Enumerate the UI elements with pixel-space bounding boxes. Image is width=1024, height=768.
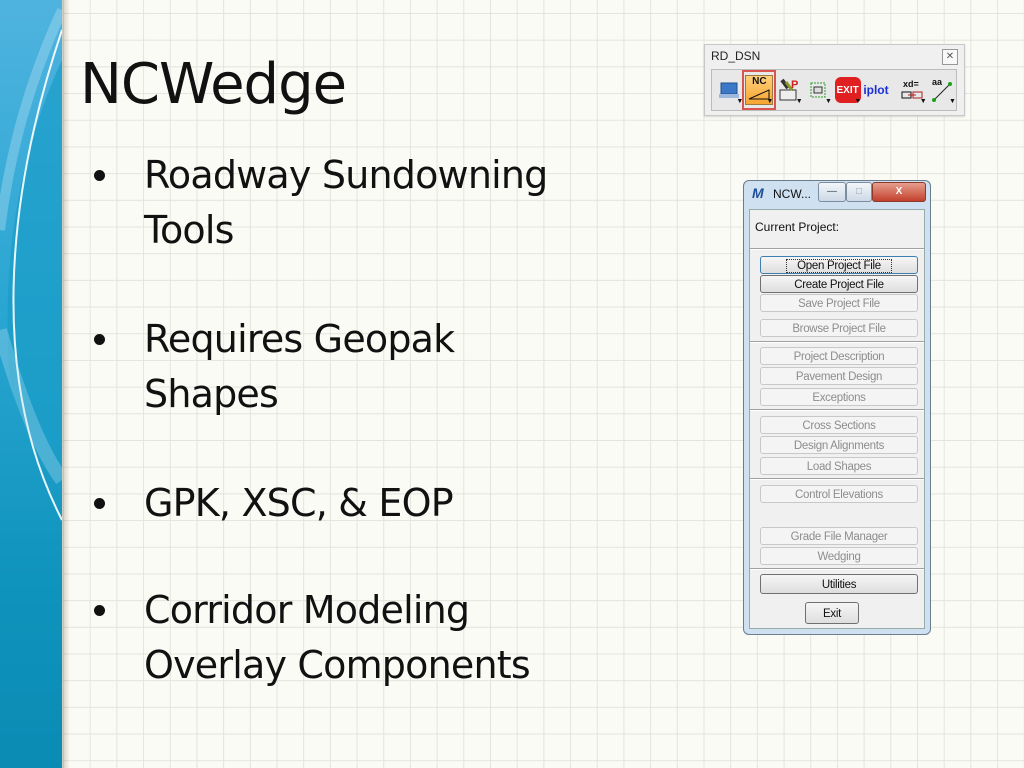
tool-row: ▼ NC ▼ P ▼ ▼ EXIT ▼ iplot xd= ▼ aa ▼	[711, 69, 957, 111]
slide-sidebar-decoration	[0, 0, 62, 768]
load-shapes-button[interactable]: Load Shapes	[760, 457, 918, 475]
aa-line-tool-button[interactable]: aa ▼	[929, 73, 956, 107]
bullet-item: GPK, XSC, & EOP	[90, 476, 610, 531]
wedging-button[interactable]: Wedging	[760, 547, 918, 565]
dropdown-arrow-icon: ▼	[949, 98, 956, 105]
project-description-button[interactable]: Project Description	[760, 347, 918, 365]
dropdown-arrow-icon: ▼	[795, 98, 803, 105]
bullet-dot-icon	[94, 170, 105, 181]
current-project-label: Current Project:	[755, 220, 840, 234]
svg-text:P: P	[791, 79, 798, 91]
control-elevations-button[interactable]: Control Elevations	[760, 485, 918, 503]
divider	[750, 409, 924, 411]
minimize-button[interactable]: —	[818, 182, 846, 202]
exit-button[interactable]: Exit	[805, 602, 859, 624]
maximize-button[interactable]: □	[846, 182, 872, 202]
slide-title: NCWedge	[80, 52, 347, 117]
divider	[750, 248, 924, 250]
button-label: Open Project File	[786, 259, 892, 273]
cross-sections-button[interactable]: Cross Sections	[760, 416, 918, 434]
bullet-line: Corridor Modeling	[144, 588, 470, 632]
close-icon[interactable]: ✕	[942, 49, 958, 65]
bullet-line: Roadway Sundowning	[144, 153, 548, 197]
exit-tool-button[interactable]: EXIT ▼	[834, 73, 861, 107]
dialog-title: NCW...	[773, 187, 811, 201]
microstation-app-icon: M	[752, 185, 764, 201]
bullet-dot-icon	[94, 498, 105, 509]
bullet-item: Corridor Modeling Overlay Components	[90, 583, 610, 693]
bullet-item: Roadway Sundowning Tools	[90, 148, 610, 258]
utilities-button[interactable]: Utilities	[760, 574, 918, 594]
grade-file-manager-button[interactable]: Grade File Manager	[760, 527, 918, 545]
dialog-body: Current Project: Open Project File Creat…	[749, 209, 925, 629]
iplot-icon: iplot	[863, 83, 889, 97]
design-alignments-button[interactable]: Design Alignments	[760, 436, 918, 454]
rd-dsn-toolbar: RD_DSN ✕ ▼ NC ▼ P ▼ ▼ EXIT ▼ iplot xd= ▼…	[704, 44, 965, 116]
nc-label: NC	[752, 76, 767, 87]
svg-text:xd=: xd=	[903, 79, 919, 89]
divider	[750, 478, 924, 480]
dropdown-arrow-icon: ▼	[825, 98, 832, 105]
create-project-file-button[interactable]: Create Project File	[760, 275, 918, 293]
dropdown-arrow-icon: ▼	[736, 98, 744, 105]
nc-wedge-tool-button[interactable]: NC ▼	[742, 70, 777, 110]
open-project-file-button[interactable]: Open Project File	[760, 256, 918, 274]
dropdown-arrow-icon: ▼	[919, 98, 927, 105]
bullet-line: Tools	[144, 208, 234, 252]
bullet-line: Overlay Components	[144, 643, 531, 687]
project-tool-button[interactable]: P ▼	[775, 73, 803, 107]
bullet-list: Roadway Sundowning Tools Requires Geopak…	[90, 148, 610, 747]
save-project-file-button[interactable]: Save Project File	[760, 294, 918, 312]
svg-text:aa: aa	[932, 77, 943, 87]
close-button[interactable]: X	[872, 182, 926, 202]
divider	[750, 568, 924, 570]
frame-tool-button[interactable]: ▼	[805, 73, 832, 107]
dropdown-arrow-icon: ▼	[854, 98, 862, 105]
browse-project-file-button[interactable]: Browse Project File	[760, 319, 918, 337]
xd-tool-button[interactable]: xd= ▼	[899, 73, 927, 107]
bullet-line: Requires Geopak	[144, 317, 455, 361]
bullet-line: Shapes	[144, 372, 279, 416]
bullet-dot-icon	[94, 334, 105, 345]
dropdown-arrow-icon: ▼	[766, 98, 774, 105]
iplot-tool-button[interactable]: iplot	[863, 73, 897, 107]
computer-tool-button[interactable]: ▼	[716, 73, 743, 107]
pavement-design-button[interactable]: Pavement Design	[760, 367, 918, 385]
exceptions-button[interactable]: Exceptions	[760, 388, 918, 406]
swoosh-decoration	[0, 7, 62, 521]
toolbar-title: RD_DSN	[711, 49, 761, 63]
sidebar-shadow	[62, 0, 70, 768]
bullet-item: Requires Geopak Shapes	[90, 312, 610, 422]
divider	[750, 341, 924, 343]
dialog-titlebar[interactable]: M NCW... — □ X	[744, 181, 930, 207]
bullet-dot-icon	[94, 605, 105, 616]
bullet-line: GPK, XSC, & EOP	[144, 481, 454, 525]
ncwedge-dialog: M NCW... — □ X Current Project: Open Pro…	[743, 180, 931, 635]
